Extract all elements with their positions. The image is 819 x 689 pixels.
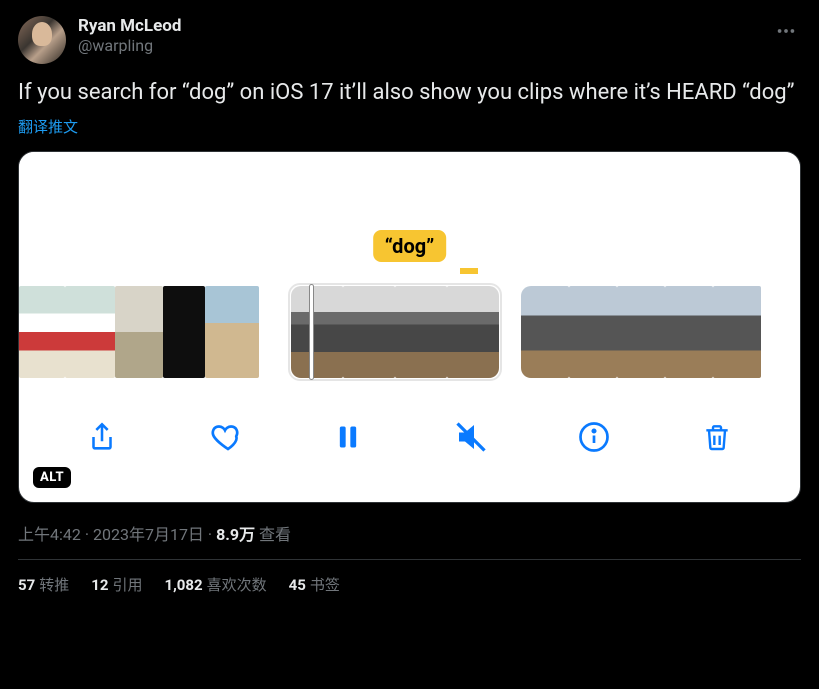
thumbnail (521, 286, 569, 378)
thumbnail (343, 286, 395, 378)
avatar[interactable] (18, 16, 66, 64)
thumbnail (569, 286, 617, 378)
thumbnail (205, 286, 259, 378)
share-button[interactable] (77, 412, 127, 462)
tweet-stats: 57转推 12引用 1,082喜欢次数 45书签 (18, 560, 801, 595)
thumbnail (291, 286, 343, 378)
clip-group-3 (521, 286, 761, 378)
timeline-marker (460, 268, 478, 274)
playhead[interactable] (309, 284, 314, 380)
media-toolbar (19, 382, 800, 502)
tweet-container: Ryan McLeod @warpling If you search for … (0, 0, 819, 595)
alt-badge[interactable]: ALT (33, 467, 71, 488)
search-term-badge: “dog” (373, 230, 447, 262)
more-options-button[interactable] (771, 16, 801, 46)
thumbnail (447, 286, 499, 378)
quotes-stat[interactable]: 12引用 (91, 574, 142, 595)
views-label: 查看 (255, 525, 291, 544)
retweets-stat[interactable]: 57转推 (18, 574, 69, 595)
bookmarks-stat[interactable]: 45书签 (289, 574, 340, 595)
thumbnail (395, 286, 447, 378)
thumbnail (115, 286, 163, 378)
share-icon (85, 420, 119, 454)
likes-stat[interactable]: 1,082喜欢次数 (164, 574, 266, 595)
thumbnail (617, 286, 665, 378)
pause-icon (334, 420, 362, 454)
like-button[interactable] (200, 412, 250, 462)
tweet-time[interactable]: 上午4:42 (18, 525, 81, 544)
more-icon (775, 20, 797, 42)
display-name: Ryan McLeod (78, 16, 759, 36)
handle: @warpling (78, 36, 759, 55)
media-top-area: “dog” (19, 152, 800, 282)
pause-button[interactable] (323, 412, 373, 462)
translate-link[interactable]: 翻译推文 (18, 116, 78, 137)
mute-button[interactable] (446, 412, 496, 462)
speaker-muted-icon (453, 419, 489, 455)
thumbnail (65, 286, 115, 378)
thumbnail (665, 286, 713, 378)
author-names[interactable]: Ryan McLeod @warpling (78, 16, 759, 55)
tweet-meta: 上午4:42 · 2023年7月17日 · 8.9万 查看 (18, 521, 801, 545)
clip-group-1 (19, 286, 259, 378)
thumbnail (713, 286, 761, 378)
delete-button[interactable] (692, 412, 742, 462)
clip-group-2-active (291, 286, 499, 378)
tweet-date[interactable]: 2023年7月17日 (93, 525, 204, 544)
heart-icon (207, 419, 243, 455)
tweet-text: If you search for “dog” on iOS 17 it’ll … (18, 78, 801, 108)
thumbnail (163, 286, 205, 378)
views-count: 8.9万 (216, 525, 255, 544)
media-card[interactable]: “dog” (18, 151, 801, 503)
tweet-header: Ryan McLeod @warpling (18, 16, 801, 64)
video-timeline[interactable] (19, 282, 800, 382)
trash-icon (701, 419, 733, 455)
info-icon (576, 419, 612, 455)
thumbnail (19, 286, 65, 378)
info-button[interactable] (569, 412, 619, 462)
